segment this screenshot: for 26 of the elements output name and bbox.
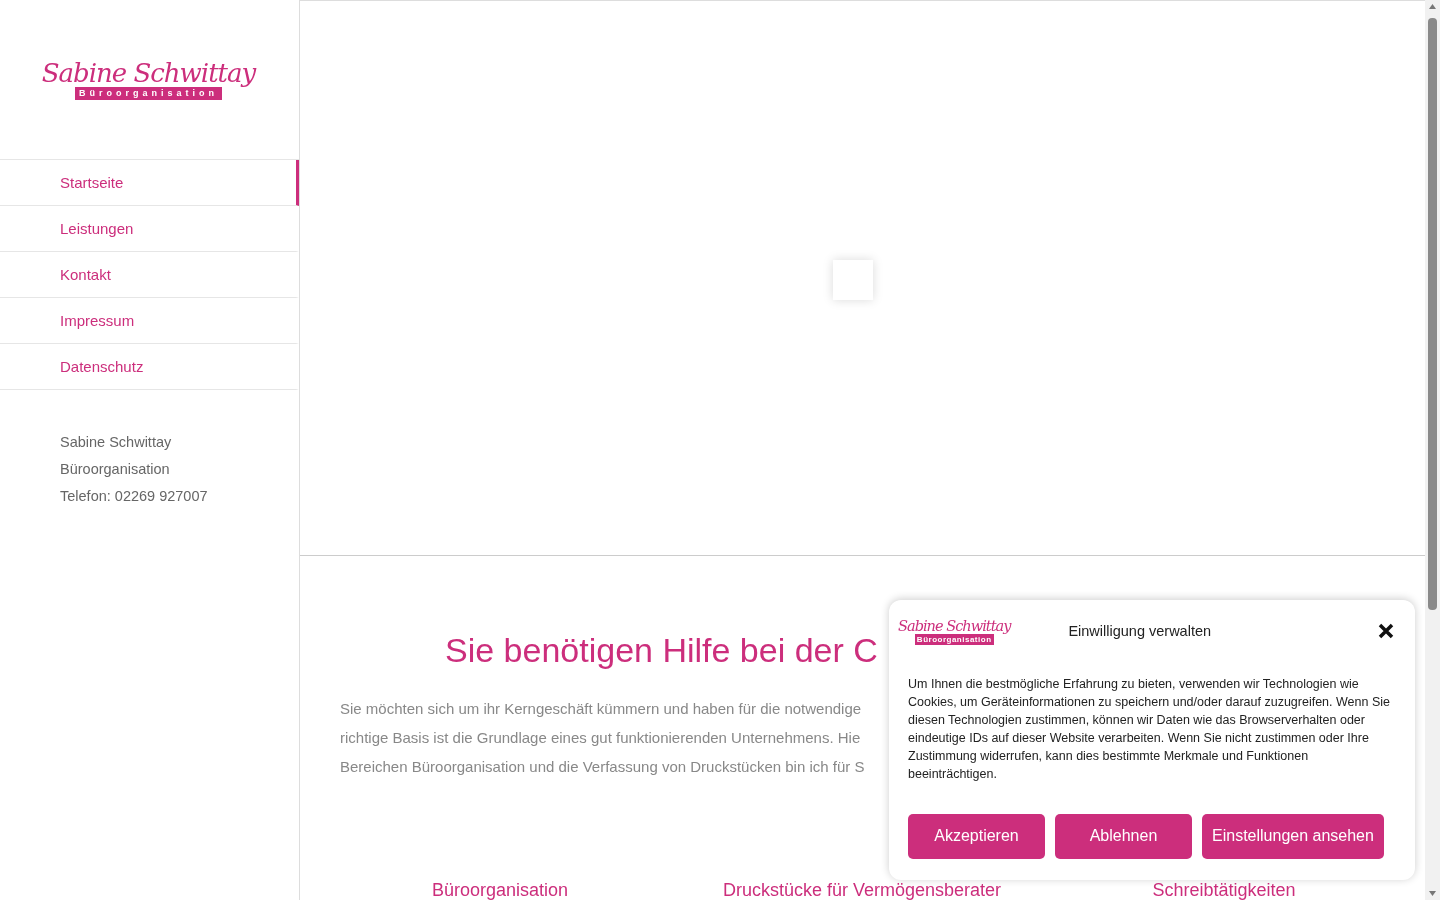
section-heading: Sie benötigen Hilfe bei der C	[445, 630, 878, 670]
scrollbar[interactable]	[1425, 0, 1440, 900]
intro-text: Bereichen Büroorganisation und die Verfassung von Druckstücken bin ich für S	[340, 757, 865, 777]
service-title: Druckstücke für Vermögensberater	[722, 880, 1002, 900]
consent-button[interactable]: Akzeptieren	[908, 813, 1045, 859]
nav-link[interactable]: Startseite	[0, 160, 299, 206]
intro-text: Sie möchten sich um ihr Kerngeschäft kümmern und haben für die notwendige	[340, 699, 862, 719]
nav-link[interactable]: Leistungen	[0, 206, 299, 252]
service-title: Schreibtätigkeiten	[1152, 880, 1296, 900]
nav-link[interactable]: Impressum	[0, 298, 299, 344]
service-title: Büroorganisation	[431, 880, 569, 900]
contact-line: Sabine Schwittay	[60, 433, 173, 452]
contact-line: Telefon: 02269 927007	[60, 487, 209, 506]
consent-button[interactable]: Ablehnen	[1055, 813, 1192, 859]
close-button[interactable]	[1377, 622, 1395, 641]
nav-link[interactable]: Kontakt	[0, 252, 299, 298]
consent-text: Um Ihnen die bestmögliche Erfahrung zu bieten, verwenden wir Technologien wie Cookies, um Geräteinformationen zu speichern und/oder darauf zuzugreifen. Wenn Sie diesen Technologien zustimmen, können wir Daten wie das Browserverhalten oder eindeutige IDs auf dieser Website verarbeiten. Wenn Sie nicht zustimmen oder Ihre Zustimmung widerrufen, kann dies bestimmte Merkmale und Funktionen beeinträchtigen.	[908, 675, 1391, 783]
dialog-title: Einwilligung verwalten	[1068, 623, 1213, 640]
consent-button[interactable]: Einstellungen ansehen	[1202, 813, 1384, 859]
nav-link[interactable]: Datenschutz	[0, 344, 299, 390]
logo-name: Sabine Schwittay	[41, 58, 256, 88]
logo-subtitle: Büroorganisation	[75, 87, 222, 101]
intro-text: richtige Basis ist die Grundlage eines gut funktionierenden Unternehmens. Hie	[340, 728, 861, 748]
contact-line: Büroorganisation	[60, 460, 171, 479]
logo-name: Sabine Schwittay	[898, 618, 1011, 634]
logo-subtitle: Büroorganisation	[914, 634, 994, 645]
